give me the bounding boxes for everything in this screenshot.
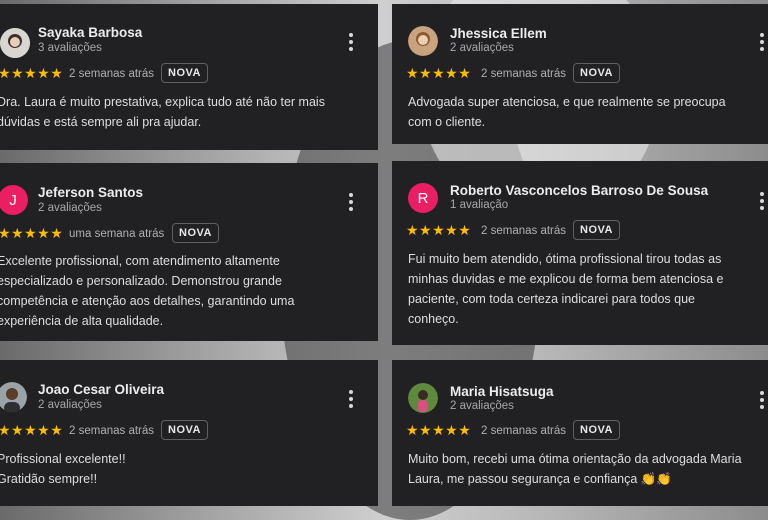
star-rating: ★★★★★ — [0, 65, 64, 81]
user-avatar[interactable] — [0, 28, 30, 58]
review-text: Muito bom, recebi uma ótima orientação d… — [408, 452, 742, 486]
review-text: Advogada super atenciosa, e que realment… — [408, 95, 726, 129]
new-badge: NOVA — [573, 63, 620, 83]
reviewer-name[interactable]: Jhessica Ellem — [450, 26, 547, 41]
review-count: 2 avaliações — [450, 400, 514, 412]
star-rating: ★★★★★ — [0, 225, 64, 241]
more-vertical-icon[interactable] — [760, 192, 764, 210]
new-badge: NOVA — [161, 63, 208, 83]
user-avatar[interactable]: J — [0, 185, 28, 215]
more-vertical-icon[interactable] — [349, 390, 353, 408]
review-card: J Jeferson Santos 2 avaliações ★★★★★ uma… — [0, 163, 378, 341]
star-rating: ★★★★★ — [0, 422, 64, 438]
review-text: Fui muito bem atendido, ótima profission… — [408, 252, 724, 326]
more-vertical-icon[interactable] — [760, 33, 764, 51]
review-count: 1 avaliação — [450, 199, 509, 211]
review-count: 2 avaliações — [38, 202, 102, 214]
review-count: 2 avaliações — [450, 42, 514, 54]
star-rating: ★★★★★ — [406, 222, 472, 238]
new-badge: NOVA — [172, 223, 219, 243]
review-text: Dra. Laura é muito prestativa, explica t… — [0, 95, 325, 129]
review-card: Maria Hisatsuga 2 avaliações ★★★★★ 2 sem… — [392, 360, 768, 506]
review-text: Profissional excelente!! Gratidão sempre… — [0, 452, 126, 486]
star-rating: ★★★★★ — [406, 65, 472, 81]
review-time: 2 semanas atrás — [481, 225, 567, 237]
review-time: 2 semanas atrás — [69, 68, 155, 80]
review-count: 2 avaliações — [38, 399, 102, 411]
reviewer-name[interactable]: Maria Hisatsuga — [450, 384, 554, 399]
review-time: uma semana atrás — [69, 228, 165, 240]
user-avatar[interactable] — [0, 382, 27, 412]
review-time: 2 semanas atrás — [69, 425, 155, 437]
review-card: Jhessica Ellem 2 avaliações ★★★★★ 2 sema… — [392, 4, 768, 144]
more-vertical-icon[interactable] — [349, 33, 353, 51]
review-time: 2 semanas atrás — [481, 68, 567, 80]
reviewer-name[interactable]: Jeferson Santos — [38, 185, 143, 200]
new-badge: NOVA — [573, 420, 620, 440]
reviewer-name[interactable]: Sayaka Barbosa — [38, 25, 142, 40]
review-text: Excelente profissional, com atendimento … — [0, 254, 295, 328]
more-vertical-icon[interactable] — [760, 391, 764, 409]
more-vertical-icon[interactable] — [349, 193, 353, 211]
review-count: 3 avaliações — [38, 42, 102, 54]
new-badge: NOVA — [573, 220, 620, 240]
new-badge: NOVA — [161, 420, 208, 440]
user-avatar[interactable] — [408, 383, 438, 413]
review-card: Sayaka Barbosa 3 avaliações ★★★★★ 2 sema… — [0, 4, 378, 150]
user-avatar[interactable]: R — [408, 183, 438, 213]
review-time: 2 semanas atrás — [481, 425, 567, 437]
review-card: R Roberto Vasconcelos Barroso De Sousa 1… — [392, 161, 768, 345]
reviewer-name[interactable]: Joao Cesar Oliveira — [38, 382, 164, 397]
reviewer-name[interactable]: Roberto Vasconcelos Barroso De Sousa — [450, 183, 708, 198]
user-avatar[interactable] — [408, 26, 438, 56]
review-card: Joao Cesar Oliveira 2 avaliações ★★★★★ 2… — [0, 360, 378, 506]
star-rating: ★★★★★ — [406, 422, 472, 438]
